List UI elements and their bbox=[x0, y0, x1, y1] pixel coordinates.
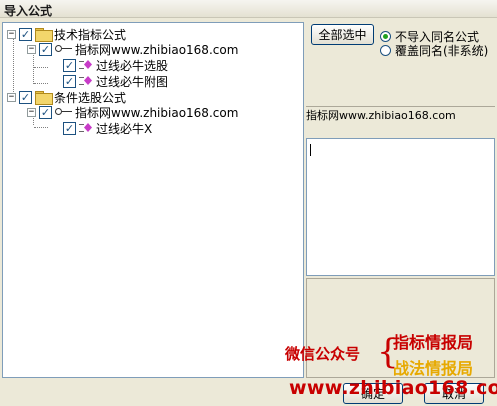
tree-node-label: 过线必牛附图 bbox=[96, 74, 169, 89]
key-icon bbox=[55, 44, 73, 54]
tree-connector bbox=[34, 83, 48, 84]
collapse-toggle[interactable]: − bbox=[27, 44, 36, 54]
checkbox-stock-selection[interactable]: ✓ bbox=[19, 90, 32, 104]
watermark-wechat-label: 微信公众号 bbox=[285, 345, 361, 363]
collapse-toggle[interactable]: − bbox=[7, 92, 16, 102]
formula-description-box[interactable] bbox=[306, 138, 495, 276]
folder-icon bbox=[35, 28, 53, 42]
collapse-toggle[interactable]: − bbox=[7, 29, 16, 39]
import-formula-dialog: 导入公式 − ✓ 技术指标公式 − ✓ 指标网www.zhibiao168.co… bbox=[0, 0, 497, 406]
radio-label: 覆盖同名(非系统) bbox=[395, 44, 489, 58]
formula-icon bbox=[79, 75, 93, 87]
folder-icon bbox=[35, 91, 53, 105]
key-icon bbox=[55, 107, 73, 117]
radio-button[interactable] bbox=[380, 45, 391, 56]
checkbox-source-1[interactable]: ✓ bbox=[39, 42, 52, 56]
tree-node-source-2[interactable]: − ✓ 指标网www.zhibiao168.com bbox=[27, 104, 238, 120]
checkbox-formula[interactable]: ✓ bbox=[63, 58, 76, 72]
tree-node-label: 指标网www.zhibiao168.com bbox=[75, 42, 239, 57]
select-all-button[interactable]: 全部选中 bbox=[311, 24, 374, 45]
tree-node-formula[interactable]: ✓ 过线必牛X bbox=[63, 120, 152, 136]
radio-overwrite-same-name[interactable]: 覆盖同名(非系统) bbox=[380, 42, 488, 59]
tree-node-source-1[interactable]: − ✓ 指标网www.zhibiao168.com bbox=[27, 41, 238, 57]
radio-button[interactable] bbox=[380, 31, 391, 42]
checkbox-formula[interactable]: ✓ bbox=[63, 121, 76, 135]
window-title: 导入公式 bbox=[4, 4, 53, 18]
checkbox-source-2[interactable]: ✓ bbox=[39, 105, 52, 119]
formula-icon bbox=[79, 122, 93, 134]
watermark-line-2: 战法情报局 bbox=[393, 359, 474, 378]
tree-node-label: 过线必牛X bbox=[96, 121, 153, 136]
checkbox-formula[interactable]: ✓ bbox=[63, 74, 76, 88]
tree-node-label: 过线必牛选股 bbox=[96, 58, 169, 73]
formula-tree[interactable]: − ✓ 技术指标公式 − ✓ 指标网www.zhibiao168.com ✓ 过… bbox=[2, 22, 304, 378]
watermark-url: www.zhibiao168.com bbox=[289, 377, 497, 399]
title-bar: 导入公式 bbox=[0, 0, 497, 18]
tree-node-formula[interactable]: ✓ 过线必牛附图 bbox=[63, 73, 168, 89]
text-caret bbox=[310, 144, 311, 156]
tree-node-label: 指标网www.zhibiao168.com bbox=[75, 105, 239, 120]
checkbox-technical-indicators[interactable]: ✓ bbox=[19, 27, 32, 41]
tree-node-formula[interactable]: ✓ 过线必牛选股 bbox=[63, 57, 168, 73]
collapse-toggle[interactable]: − bbox=[27, 107, 36, 117]
tree-connector bbox=[34, 127, 48, 128]
formula-source-info: 指标网www.zhibiao168.com bbox=[306, 106, 495, 122]
watermark-line-1: 指标情报局 bbox=[393, 333, 474, 352]
formula-icon bbox=[79, 59, 93, 71]
tree-connector bbox=[34, 67, 48, 68]
